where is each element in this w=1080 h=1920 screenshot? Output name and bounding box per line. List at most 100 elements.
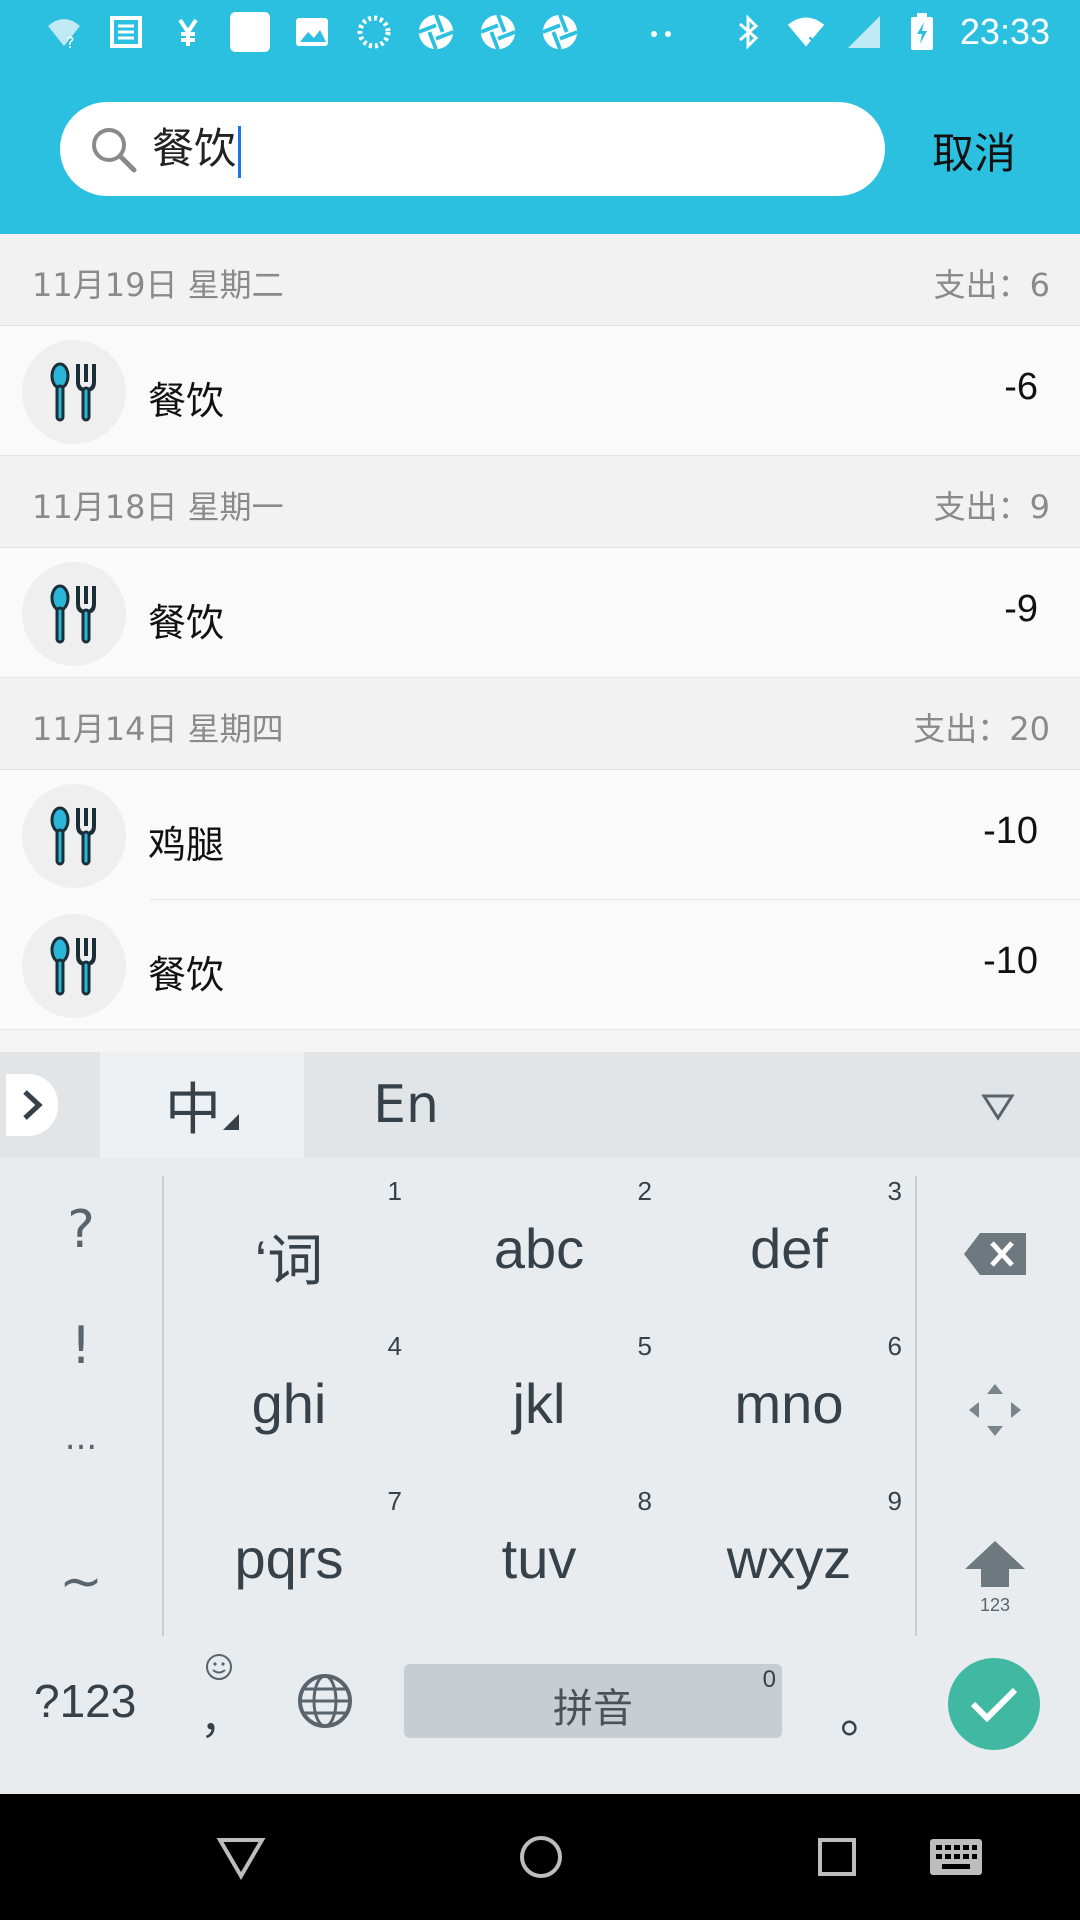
aperture-icon	[540, 12, 580, 52]
key-number: 5	[637, 1331, 652, 1361]
key-9[interactable]: 9 wxyz	[664, 1482, 914, 1632]
shift-arrow-icon	[965, 1540, 1025, 1587]
date-label: 11月19日 星期二	[32, 266, 284, 304]
record-item[interactable]: 餐饮 -6	[0, 326, 1080, 456]
image-icon	[292, 12, 332, 52]
key-label: mno	[734, 1372, 844, 1435]
key-label: abc	[493, 1217, 585, 1280]
backspace-icon	[964, 1233, 1026, 1275]
key-4[interactable]: 4 ghi	[164, 1327, 414, 1477]
checkmark-icon	[970, 1687, 1018, 1723]
period-key[interactable]: 。	[840, 1676, 888, 1746]
home-button[interactable]	[506, 1822, 576, 1892]
comma-emoji-key[interactable]: ，	[196, 1652, 246, 1752]
key-number: 8	[637, 1486, 652, 1516]
news-icon	[106, 12, 146, 52]
collapse-keyboard-icon[interactable]	[980, 1088, 1016, 1124]
symbol-key-ellipsis[interactable]: ...	[0, 1418, 162, 1458]
item-category: 餐饮	[148, 601, 225, 645]
wifi-question-icon: ?	[44, 12, 84, 52]
status-time: 23:33	[959, 11, 1050, 52]
key-1[interactable]: 1 ‘词	[164, 1172, 414, 1322]
tab-english[interactable]: En	[304, 1052, 508, 1158]
back-triangle-icon	[216, 1838, 266, 1880]
key-label: def	[750, 1217, 828, 1280]
item-amount: -6	[1004, 366, 1038, 408]
expense-total: 支出：6	[933, 266, 1050, 304]
soft-keyboard: 中 En ? ! ... ~ 1 ‘词 2 abc 3 def 4 ghi 5 …	[0, 1052, 1080, 1794]
cancel-button[interactable]: 取消	[932, 120, 1016, 181]
space-bar[interactable]: 拼音 0	[404, 1664, 782, 1738]
aperture-icon	[416, 12, 456, 52]
keyboard-switch-button[interactable]	[924, 1822, 988, 1892]
comma-label: ，	[200, 1693, 244, 1744]
app-square-icon	[230, 12, 270, 52]
bluetooth-icon	[728, 12, 768, 52]
date-label: 11月18日 星期一	[32, 488, 284, 526]
status-bar: ? 23:33	[0, 0, 1080, 64]
symbols-mode-button[interactable]: ?123	[34, 1674, 136, 1728]
loading-icon	[354, 12, 394, 52]
record-list: 11月19日 星期二 支出：6 餐饮 -6 11月18日 星期一 支出：9 餐饮…	[0, 234, 1080, 1030]
confirm-button[interactable]	[948, 1658, 1040, 1750]
cursor-move-button[interactable]	[925, 1370, 1065, 1450]
item-amount: -10	[983, 940, 1038, 982]
text-caret	[238, 125, 242, 178]
signal-icon	[844, 12, 884, 52]
app-root: ? 23:33 餐饮 取消 11月19日 星期二 支出：6 餐饮 -6 11月1…	[0, 0, 1080, 1920]
symbol-key-tilde[interactable]: ~	[0, 1552, 162, 1612]
svg-text:?: ?	[66, 33, 75, 52]
key-number: 4	[387, 1331, 402, 1361]
search-header: 餐饮 取消	[0, 64, 1080, 234]
space-number: 0	[762, 1666, 776, 1693]
move-arrows-icon	[969, 1384, 1021, 1436]
recents-button[interactable]	[802, 1822, 872, 1892]
search-input[interactable]: 餐饮	[60, 102, 885, 196]
key-5[interactable]: 5 jkl	[414, 1327, 664, 1477]
battery-charging-icon	[902, 12, 942, 52]
expense-total: 支出：9	[933, 488, 1050, 526]
key-label: ‘词	[254, 1229, 324, 1292]
key-label: ghi	[251, 1372, 327, 1435]
shift-sublabel: 123	[979, 1594, 1011, 1615]
expand-toolbar-button[interactable]	[6, 1074, 58, 1136]
item-category: 餐饮	[148, 953, 225, 997]
status-left-icons: ?	[44, 8, 682, 56]
date-header: 11月18日 星期一 支出：9	[0, 456, 1080, 548]
back-button[interactable]	[206, 1822, 276, 1892]
divider	[915, 1176, 917, 1636]
tab-chinese-label: 中	[165, 1077, 221, 1143]
emoji-icon	[206, 1654, 232, 1680]
key-number: 2	[637, 1176, 652, 1206]
globe-icon	[298, 1674, 352, 1728]
status-right-icons: 23:33	[728, 8, 1050, 56]
backspace-button[interactable]	[925, 1214, 1065, 1294]
item-category: 鸡腿	[148, 823, 225, 867]
symbol-key-question[interactable]: ?	[0, 1200, 162, 1260]
chevron-right-icon	[23, 1090, 43, 1120]
key-2[interactable]: 2 abc	[414, 1172, 664, 1322]
shift-button[interactable]: 123	[925, 1522, 1065, 1632]
language-switch-button[interactable]	[296, 1672, 354, 1730]
item-amount: -9	[1004, 588, 1038, 630]
tab-chinese[interactable]: 中	[100, 1052, 304, 1158]
key-8[interactable]: 8 tuv	[414, 1482, 664, 1632]
key-number: 6	[887, 1331, 902, 1361]
recents-square-icon	[818, 1838, 856, 1876]
symbol-key-exclaim[interactable]: !	[0, 1316, 162, 1376]
space-label: 拼音	[553, 1686, 633, 1732]
key-6[interactable]: 6 mno	[664, 1327, 914, 1477]
home-circle-icon	[520, 1836, 562, 1878]
key-3[interactable]: 3 def	[664, 1172, 914, 1322]
key-number: 1	[387, 1176, 402, 1206]
record-item[interactable]: 餐饮 -10	[0, 900, 1080, 1030]
key-7[interactable]: 7 pqrs	[164, 1482, 414, 1632]
search-value-wrap: 餐饮	[152, 120, 242, 178]
wifi-icon	[786, 12, 826, 52]
date-header: 11月19日 星期二 支出：6	[0, 234, 1080, 326]
key-number: 3	[887, 1176, 902, 1206]
record-item[interactable]: 餐饮 -9	[0, 548, 1080, 678]
record-item[interactable]: 鸡腿 -10	[0, 770, 1080, 900]
key-label: tuv	[501, 1527, 577, 1590]
aperture-icon	[478, 12, 518, 52]
